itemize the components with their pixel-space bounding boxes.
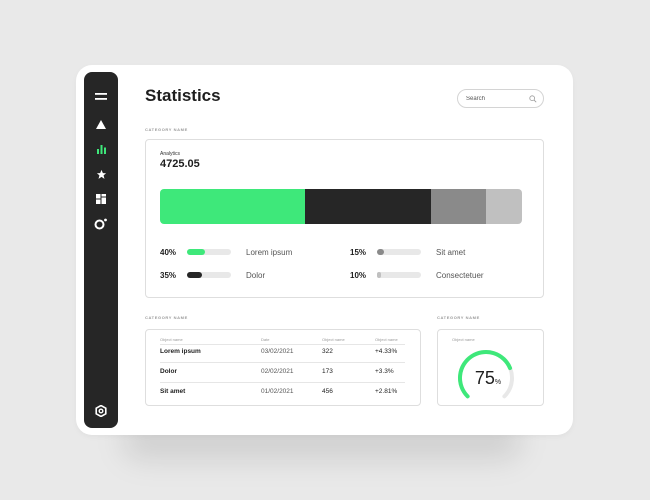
- sidebar: [84, 72, 118, 428]
- legend-progress-track: [377, 272, 421, 278]
- stacked-bar-segment: [431, 189, 486, 224]
- legend-progress-fill: [187, 272, 203, 278]
- divider: [160, 344, 405, 345]
- category-label: CATEGORY NAME: [145, 127, 188, 132]
- row-name: Lorem ipsum: [160, 348, 201, 355]
- legend-progress-track: [187, 249, 231, 255]
- legend-percent: 35%: [160, 271, 177, 280]
- row-name: Dolor: [160, 368, 177, 375]
- page-title: Statistics: [145, 86, 221, 105]
- legend-label: Consectetuer: [436, 271, 484, 280]
- star-icon[interactable]: [84, 166, 118, 182]
- stacked-bar-segment: [160, 189, 305, 224]
- row-change: +4.33%: [375, 348, 398, 355]
- table-header: Object name: [322, 337, 345, 342]
- gauge-label: Object name: [452, 337, 475, 342]
- legend-progress-track: [187, 272, 231, 278]
- search-input[interactable]: [466, 95, 526, 102]
- category-label: CATEGORY NAME: [145, 315, 188, 320]
- row-date: 02/02/2021: [261, 368, 294, 375]
- legend-label: Dolor: [246, 271, 266, 280]
- search-icon: [529, 95, 537, 103]
- analytics-value: 4725.05: [160, 158, 200, 170]
- stacked-bar-segment: [485, 189, 522, 224]
- legend-progress-fill: [377, 249, 384, 255]
- divider: [160, 382, 405, 383]
- dashboard-icon[interactable]: [84, 191, 118, 207]
- legend-progress-fill: [187, 249, 205, 255]
- legend-label: Lorem ipsum: [246, 248, 293, 257]
- stacked-bar-segment: [304, 189, 432, 224]
- row-date: 01/02/2021: [261, 388, 294, 395]
- triangle-icon[interactable]: [84, 116, 118, 132]
- table-header: Date: [261, 337, 270, 342]
- row-change: +3.3%: [375, 368, 394, 375]
- bar-chart-icon[interactable]: [84, 141, 118, 157]
- legend-progress-track: [377, 249, 421, 255]
- row-change: +2.81%: [375, 388, 398, 395]
- gauge-value: 75%: [474, 368, 502, 388]
- ring-notification-icon[interactable]: [84, 216, 118, 232]
- divider: [160, 362, 405, 363]
- settings-icon[interactable]: [84, 403, 118, 419]
- table-header: Object name: [160, 337, 183, 342]
- menu-icon[interactable]: [84, 89, 118, 105]
- legend-percent: 10%: [350, 271, 367, 280]
- legend-progress-fill: [377, 272, 382, 278]
- legend-percent: 40%: [160, 248, 177, 257]
- row-value: 173: [322, 368, 333, 375]
- analytics-label: Analytics: [160, 151, 181, 157]
- row-value: 322: [322, 348, 333, 355]
- legend-percent: 15%: [350, 248, 367, 257]
- row-value: 456: [322, 388, 333, 395]
- row-date: 03/02/2021: [261, 348, 294, 355]
- legend-label: Sit amet: [436, 248, 466, 257]
- stacked-bar: [160, 189, 522, 224]
- table-header: Object name: [375, 337, 398, 342]
- row-name: Sit amet: [160, 388, 186, 395]
- search-box[interactable]: [457, 89, 544, 108]
- category-label: CATEGORY NAME: [437, 315, 480, 320]
